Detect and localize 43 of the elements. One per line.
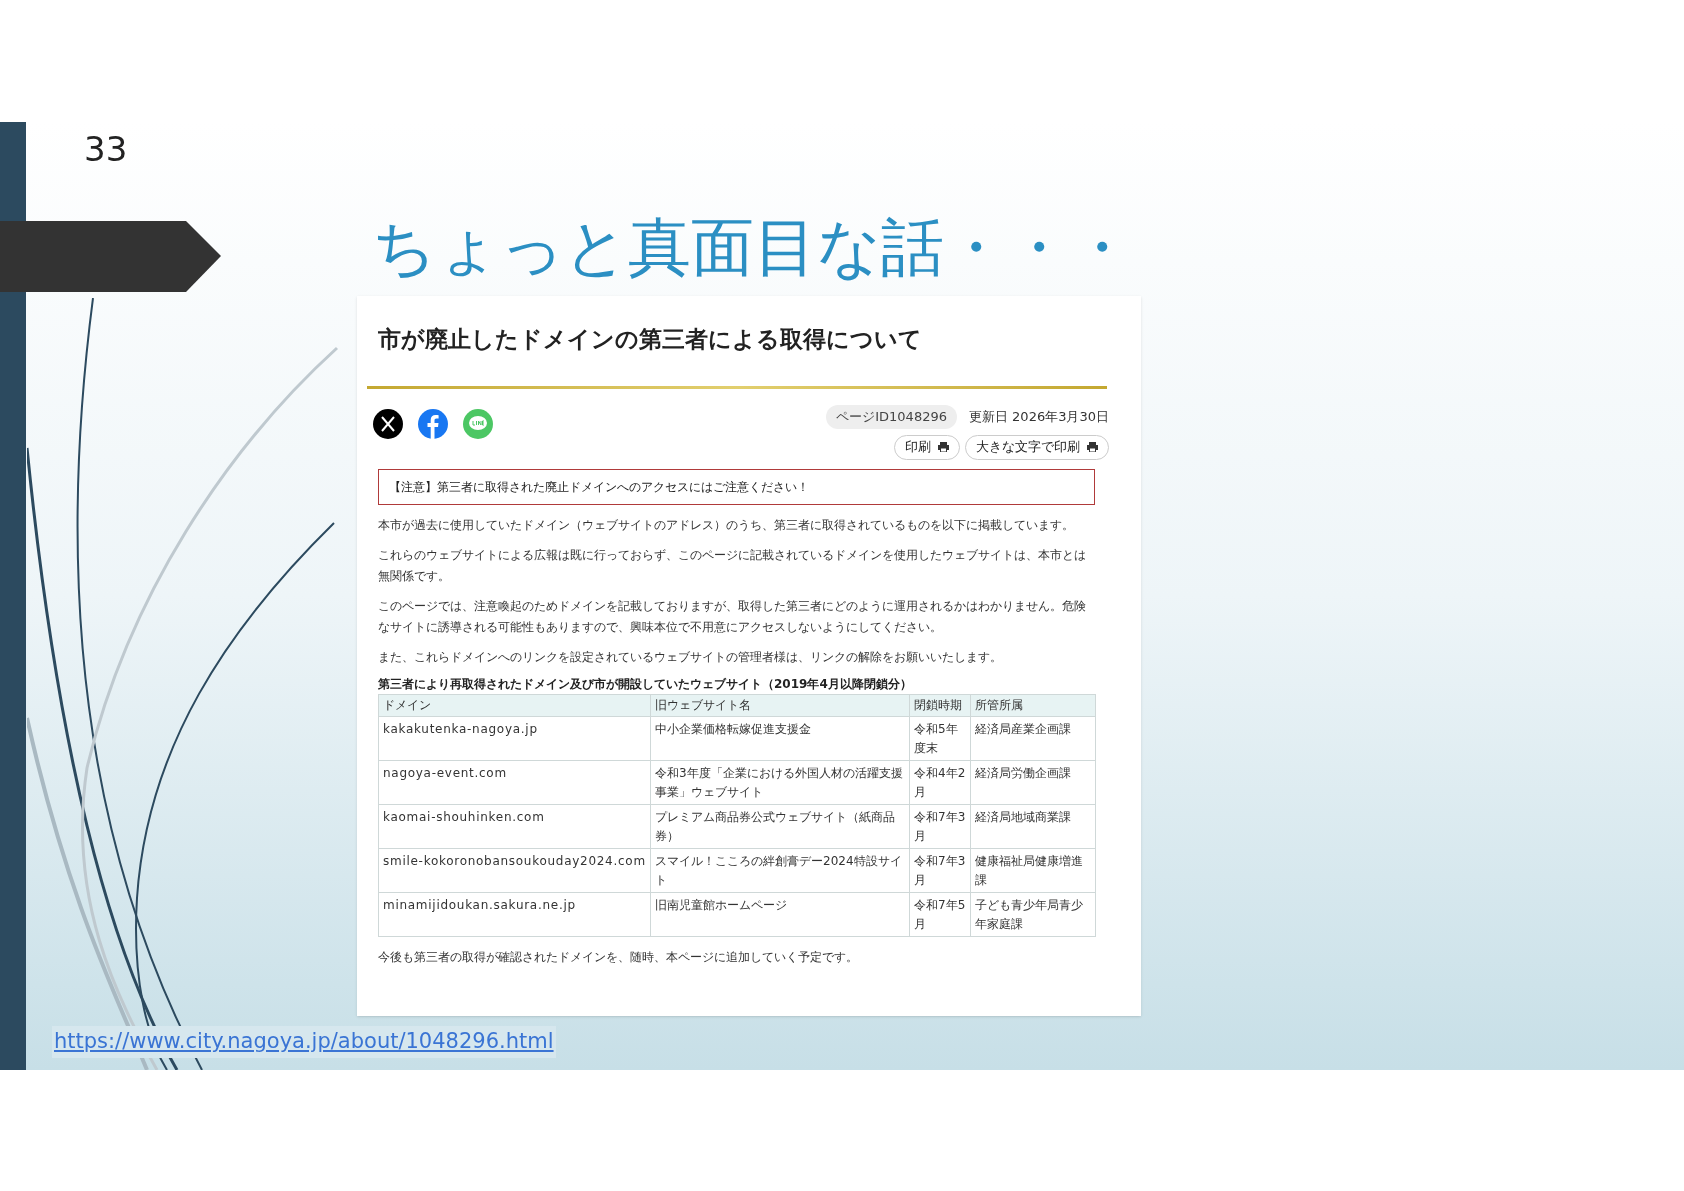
table-cell: nagoya-event.com: [378, 760, 651, 804]
table-cell: 令和7年5月: [909, 892, 971, 936]
table-cell: 令和4年2月: [909, 760, 971, 804]
table-cell: 令和3年度「企業における外国人材の活躍支援事業」ウェブサイト: [650, 760, 910, 804]
source-link[interactable]: https://www.city.nagoya.jp/about/1048296.html: [52, 1026, 556, 1058]
table-cell: kakakutenka-nagoya.jp: [378, 716, 651, 760]
column-header: 旧ウェブサイト名: [650, 694, 910, 716]
body-paragraph: 本市が過去に使用していたドメイン（ウェブサイトのアドレス）のうち、第三者に取得されているものを以下に掲載しています。: [378, 516, 1075, 534]
table-cell: minamijidoukan.sakura.ne.jp: [378, 892, 651, 936]
body-paragraph: また、これらドメインへのリンクを設定されているウェブサイトの管理者様は、リンクの解除をお願いいたします。: [378, 648, 1003, 666]
footer-note: 今後も第三者の取得が確認されたドメインを、随時、本ページに追加していく予定です。: [378, 948, 858, 966]
print-button[interactable]: 大きな文字で印刷: [965, 434, 1109, 460]
column-header: 所管所属: [970, 694, 1096, 716]
table-cell: 中小企業価格転嫁促進支援金: [650, 716, 910, 760]
body-paragraph: このページでは、注意喚起のためドメインを記載しておりますが、取得した第三者にどのように運用されるかはわかりません。危険なサイトに誘導される可能性もありますので、興味本位で不用意にアクセスしないようにしてください。: [378, 597, 1087, 636]
body-paragraph: これらのウェブサイトによる広報は既に行っておらず、このページに記載されているドメインを使用したウェブサイトは、本市とは無関係です。: [378, 546, 1087, 585]
table-cell: 令和5年度末: [909, 716, 971, 760]
table-cell: kaomai-shouhinken.com: [378, 804, 651, 848]
table-cell: 経済局産業企画課: [970, 716, 1096, 760]
facebook-icon[interactable]: [418, 409, 448, 439]
table-cell: 子ども青少年局青少年家庭課: [970, 892, 1096, 936]
printer-icon: [1087, 442, 1098, 452]
table-cell: 経済局労働企画課: [970, 760, 1096, 804]
table-cell: smile-kokoronobansoukouday2024.com: [378, 848, 651, 892]
column-header: 閉鎖時期: [909, 694, 971, 716]
table-cell: 旧南児童館ホームページ: [650, 892, 910, 936]
x-logo-icon[interactable]: [373, 409, 403, 439]
column-header: ドメイン: [378, 694, 651, 716]
printer-icon: [938, 442, 949, 452]
table-cell: プレミアム商品券公式ウェブサイト（紙商品券）: [650, 804, 910, 848]
table-cell: 健康福祉局健康増進課: [970, 848, 1096, 892]
table-cell: スマイル！こころの絆創膏デー2024特設サイト: [650, 848, 910, 892]
slide-title: ちょっと真面目な話・・・: [372, 210, 1133, 286]
updated-date: 更新日 2026年3月30日: [968, 408, 1109, 426]
page-heading: 市が廃止したドメインの第三者による取得について: [378, 325, 922, 354]
page-id-badge: ページID1048296: [826, 405, 957, 429]
table-cell: 令和7年3月: [909, 848, 971, 892]
notice-box: 【注意】第三者に取得された廃止ドメインへのアクセスにはご注意ください！: [378, 468, 1095, 505]
table-cell: 令和7年3月: [909, 804, 971, 848]
print-button[interactable]: 印刷: [894, 434, 960, 460]
table-caption: 第三者により再取得されたドメイン及び市が開設していたウェブサイト（2019年4月以降閉鎖分）: [378, 675, 912, 693]
table-cell: 経済局地域商業課: [970, 804, 1096, 848]
page-number: 33: [84, 132, 128, 166]
